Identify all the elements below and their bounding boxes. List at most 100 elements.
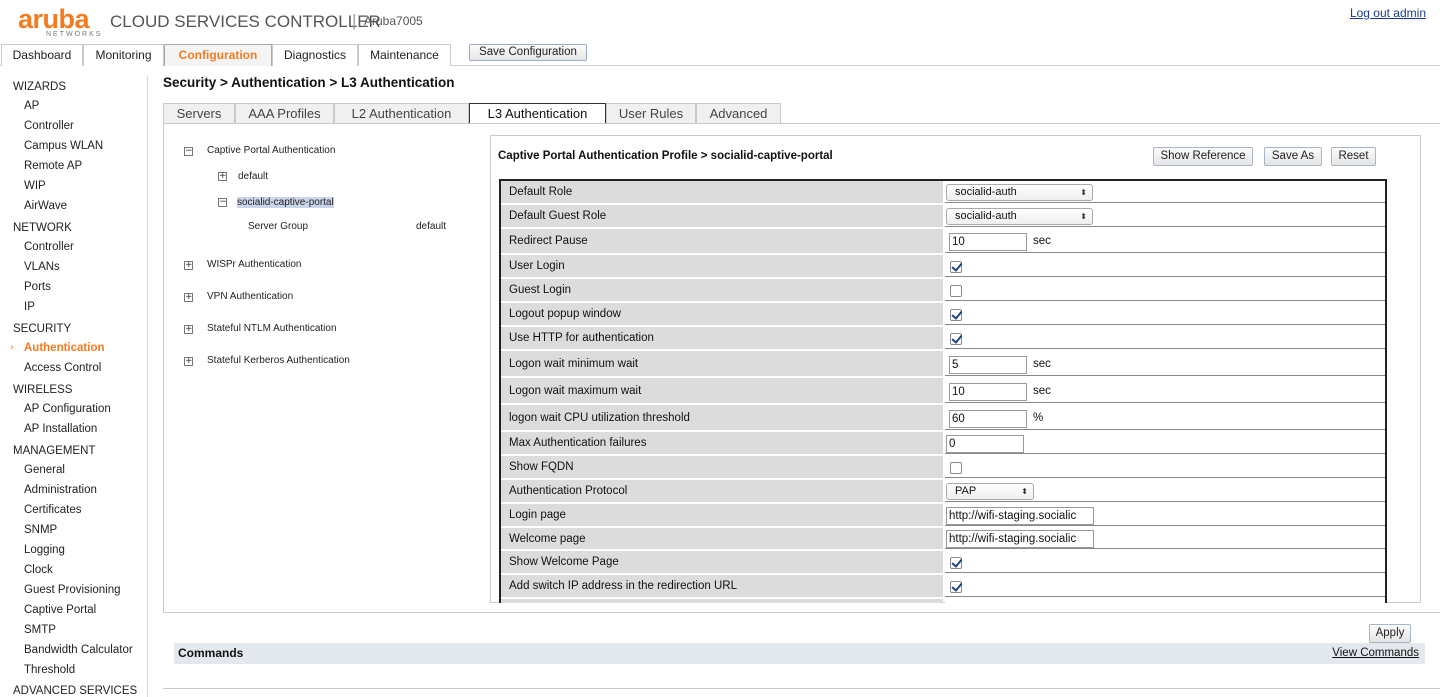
sidebar-item-access-control[interactable]: Access Control bbox=[24, 362, 101, 374]
logo-wordmark: aruba bbox=[18, 4, 90, 34]
show-reference-button[interactable]: Show Reference bbox=[1153, 147, 1253, 166]
table-row bbox=[501, 599, 1385, 603]
add-switch-ip-checkbox[interactable] bbox=[950, 581, 962, 593]
table-row: logon wait CPU utilization threshold 60 … bbox=[501, 405, 1385, 432]
tab-dashboard[interactable]: Dashboard bbox=[1, 44, 83, 66]
tree-server-group-label[interactable]: Server Group bbox=[248, 221, 308, 232]
redirect-pause-input[interactable]: 10 bbox=[949, 233, 1027, 251]
sidebar-item-certificates[interactable]: Certificates bbox=[24, 504, 82, 516]
logout-link[interactable]: Log out admin bbox=[1350, 6, 1426, 20]
cpu-threshold-input[interactable]: 60 bbox=[949, 410, 1027, 428]
sidebar-item-controller-wizard[interactable]: Controller bbox=[24, 120, 74, 132]
logout-popup-checkbox[interactable] bbox=[950, 309, 962, 321]
sidebar-item-ports[interactable]: Ports bbox=[24, 281, 51, 293]
save-configuration-button[interactable]: Save Configuration bbox=[469, 44, 587, 61]
sidebar-item-logging[interactable]: Logging bbox=[24, 544, 65, 556]
tree-item-ntlm[interactable]: Stateful NTLM Authentication bbox=[207, 323, 337, 334]
expand-icon[interactable]: + bbox=[184, 261, 193, 270]
breadcrumb: Security > Authentication > L3 Authentic… bbox=[163, 75, 455, 90]
expand-icon[interactable]: + bbox=[184, 325, 193, 334]
welcome-page-input[interactable]: http://wifi-staging.socialic bbox=[946, 530, 1094, 548]
field-value: socialid-auth ⬍ bbox=[945, 205, 1385, 227]
field-label: Add switch IP address in the redirection… bbox=[501, 575, 943, 597]
divider bbox=[163, 688, 1440, 689]
auth-protocol-select[interactable]: PAP ⬍ bbox=[946, 483, 1034, 500]
save-as-button[interactable]: Save As bbox=[1264, 147, 1322, 166]
user-login-checkbox[interactable] bbox=[950, 261, 962, 273]
tree-item-socialid-captive-portal[interactable]: socialid-captive-portal bbox=[237, 197, 334, 208]
sidebar-item-general[interactable]: General bbox=[24, 464, 65, 476]
use-http-checkbox[interactable] bbox=[950, 333, 962, 345]
sidebar-item-wip[interactable]: WIP bbox=[24, 180, 46, 192]
tab-servers[interactable]: Servers bbox=[163, 103, 235, 123]
select-arrow-icon: ⬍ bbox=[1080, 188, 1087, 197]
field-value: 10 sec bbox=[945, 229, 1385, 253]
sidebar-item-guest-provisioning[interactable]: Guest Provisioning bbox=[24, 584, 121, 596]
table-row: Logon wait maximum wait 10 sec bbox=[501, 378, 1385, 405]
expand-icon[interactable]: + bbox=[218, 172, 227, 181]
tab-monitoring[interactable]: Monitoring bbox=[83, 44, 164, 66]
sidebar-item-vlans[interactable]: VLANs bbox=[24, 261, 60, 273]
tab-diagnostics[interactable]: Diagnostics bbox=[272, 44, 358, 66]
field-label: Authentication Protocol bbox=[501, 480, 943, 502]
tab-l3-authentication[interactable]: L3 Authentication bbox=[469, 103, 606, 124]
expand-icon[interactable]: + bbox=[184, 357, 193, 366]
tree-item-wispr[interactable]: WISPr Authentication bbox=[207, 259, 302, 270]
view-commands-link[interactable]: View Commands bbox=[1332, 647, 1419, 659]
sidebar-item-smtp[interactable]: SMTP bbox=[24, 624, 56, 636]
tab-maintenance[interactable]: Maintenance bbox=[358, 44, 451, 66]
sidebar-item-captive-portal[interactable]: Captive Portal bbox=[24, 604, 96, 616]
sidebar-item-remote-ap[interactable]: Remote AP bbox=[24, 160, 82, 172]
sidebar-item-controller[interactable]: Controller bbox=[24, 241, 74, 253]
sidebar-item-ap-wizard[interactable]: AP bbox=[24, 100, 39, 112]
tab-user-rules[interactable]: User Rules bbox=[606, 103, 696, 123]
tree-item-default[interactable]: default bbox=[238, 171, 268, 182]
guest-login-checkbox[interactable] bbox=[950, 285, 962, 297]
logon-min-wait-input[interactable]: 5 bbox=[949, 356, 1027, 374]
login-page-input[interactable]: http://wifi-staging.socialic bbox=[946, 507, 1094, 525]
tree-item-captive-portal[interactable]: Captive Portal Authentication bbox=[207, 145, 335, 156]
sidebar-item-clock[interactable]: Clock bbox=[24, 564, 53, 576]
field-label: logon wait CPU utilization threshold bbox=[501, 405, 943, 430]
expand-icon[interactable]: + bbox=[184, 293, 193, 302]
main-nav-tabs: Dashboard Monitoring Configuration Diagn… bbox=[0, 44, 1440, 66]
tab-aaa-profiles[interactable]: AAA Profiles bbox=[235, 103, 334, 123]
show-welcome-page-checkbox[interactable] bbox=[950, 557, 962, 569]
sidebar-item-threshold[interactable]: Threshold bbox=[24, 664, 75, 676]
field-label: Logon wait maximum wait bbox=[501, 378, 943, 403]
tree-item-kerberos[interactable]: Stateful Kerberos Authentication bbox=[207, 355, 350, 366]
apply-button[interactable]: Apply bbox=[1369, 624, 1411, 643]
table-row: Authentication Protocol PAP ⬍ bbox=[501, 480, 1385, 504]
table-row: Default Guest Role socialid-auth ⬍ bbox=[501, 205, 1385, 229]
default-role-select[interactable]: socialid-auth ⬍ bbox=[946, 184, 1093, 201]
field-value: PAP ⬍ bbox=[945, 480, 1385, 502]
field-label: Default Role bbox=[501, 181, 943, 203]
tab-l2-authentication[interactable]: L2 Authentication bbox=[334, 103, 469, 123]
field-value: 60 % bbox=[945, 405, 1385, 430]
sidebar-section-security: SECURITY bbox=[13, 323, 72, 335]
sidebar-item-ap-configuration[interactable]: AP Configuration bbox=[24, 403, 111, 415]
sidebar-item-authentication[interactable]: Authentication bbox=[24, 342, 105, 354]
show-fqdn-checkbox[interactable] bbox=[950, 462, 962, 474]
reset-button[interactable]: Reset bbox=[1331, 147, 1376, 166]
tree-item-vpn[interactable]: VPN Authentication bbox=[207, 291, 293, 302]
sidebar-item-snmp[interactable]: SNMP bbox=[24, 524, 57, 536]
max-auth-failures-input[interactable]: 0 bbox=[946, 435, 1024, 453]
tab-configuration[interactable]: Configuration bbox=[164, 44, 272, 66]
default-guest-role-select[interactable]: socialid-auth ⬍ bbox=[946, 208, 1093, 225]
sidebar-item-ip[interactable]: IP bbox=[24, 301, 35, 313]
logon-max-wait-input[interactable]: 10 bbox=[949, 383, 1027, 401]
collapse-icon[interactable]: − bbox=[184, 147, 193, 156]
sidebar-item-ap-installation[interactable]: AP Installation bbox=[24, 423, 97, 435]
commands-bar: Commands View Commands bbox=[174, 643, 1425, 664]
tab-advanced[interactable]: Advanced bbox=[696, 103, 781, 123]
select-arrow-icon: ⬍ bbox=[1080, 212, 1087, 221]
field-label: Use HTTP for authentication bbox=[501, 327, 943, 349]
table-row: Logon wait minimum wait 5 sec bbox=[501, 351, 1385, 378]
sidebar-item-airwave[interactable]: AirWave bbox=[24, 200, 67, 212]
collapse-icon[interactable]: − bbox=[218, 198, 227, 207]
table-row: Guest Login bbox=[501, 279, 1385, 303]
sidebar-item-administration[interactable]: Administration bbox=[24, 484, 97, 496]
sidebar-item-campus-wlan[interactable]: Campus WLAN bbox=[24, 140, 103, 152]
sidebar-item-bandwidth-calculator[interactable]: Bandwidth Calculator bbox=[24, 644, 133, 656]
